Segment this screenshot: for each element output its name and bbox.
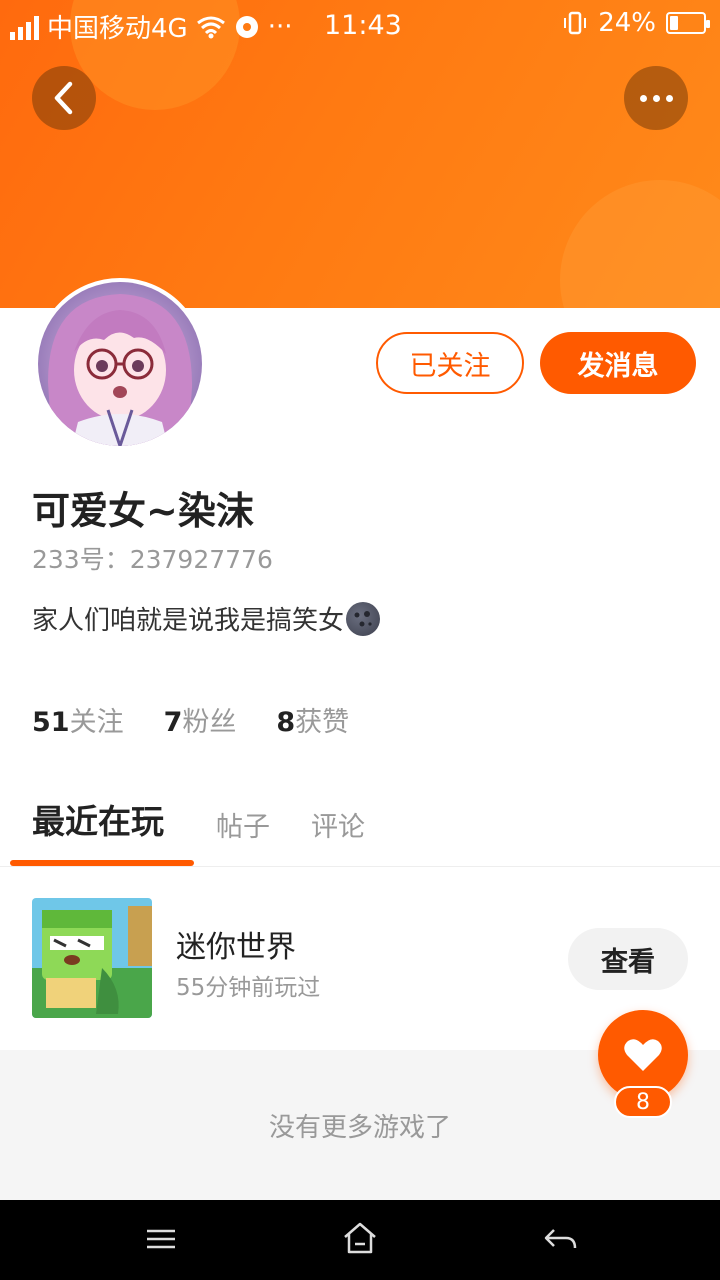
clock: 11:43	[324, 10, 402, 41]
send-message-button[interactable]: 发消息	[540, 332, 696, 394]
record-icon	[235, 15, 258, 38]
vibrate-icon	[564, 11, 587, 35]
back-button[interactable]	[32, 66, 96, 130]
game-icon	[32, 898, 152, 1018]
follow-button[interactable]: 已关注	[376, 332, 524, 394]
game-name: 迷你世界	[176, 930, 296, 965]
username: 可爱女~染沫	[32, 489, 254, 533]
user-id: 233号：237927776	[32, 545, 273, 574]
stat-following-label: 关注	[69, 707, 124, 738]
stat-followers[interactable]: 7粉丝	[164, 700, 237, 739]
more-dots-icon	[639, 94, 673, 102]
chevron-left-icon	[54, 81, 73, 115]
new-moon-face-icon	[346, 601, 381, 636]
stat-likes-value: 8	[276, 707, 296, 738]
menu-icon[interactable]	[144, 1222, 178, 1256]
game-last-played: 55分钟前玩过	[176, 975, 321, 1001]
heart-icon	[624, 1039, 662, 1071]
tab-posts[interactable]: 帖子	[216, 805, 270, 844]
like-count-badge: 8	[614, 1086, 672, 1118]
status-bar: 中国移动4G ··· 11:43 24%	[0, 0, 720, 52]
profile-stats: 51关注 7粉丝 8获赞	[32, 700, 349, 739]
system-nav-bar	[0, 1200, 720, 1280]
stat-following-value: 51	[32, 707, 70, 738]
stat-likes-label: 获赞	[295, 707, 350, 738]
user-bio: 家人们咱就是说我是搞笑女	[32, 600, 381, 637]
stat-likes[interactable]: 8获赞	[276, 700, 349, 739]
battery-percent: 24%	[598, 8, 656, 38]
avatar[interactable]	[34, 278, 206, 450]
signal-icon	[10, 14, 39, 40]
wifi-icon	[196, 16, 225, 38]
stat-followers-value: 7	[163, 707, 183, 738]
bio-text: 家人们咱就是说我是搞笑女	[32, 606, 345, 636]
more-button[interactable]	[624, 66, 688, 130]
anime-girl-avatar-icon	[38, 282, 202, 446]
stat-following[interactable]: 51关注	[32, 700, 124, 739]
home-icon[interactable]	[342, 1220, 378, 1256]
battery-icon	[666, 12, 710, 34]
active-tab-indicator	[10, 860, 194, 866]
tab-comments[interactable]: 评论	[311, 805, 365, 844]
view-game-button[interactable]: 查看	[568, 928, 688, 990]
carrier-label: 中国移动4G	[47, 14, 188, 44]
profile-tabs: 最近在玩 帖子 评论	[0, 795, 720, 867]
status-extra: ···	[267, 11, 293, 42]
tab-recently-played[interactable]: 最近在玩	[32, 795, 164, 843]
back-nav-icon[interactable]	[542, 1222, 578, 1256]
stat-followers-label: 粉丝	[182, 707, 237, 738]
